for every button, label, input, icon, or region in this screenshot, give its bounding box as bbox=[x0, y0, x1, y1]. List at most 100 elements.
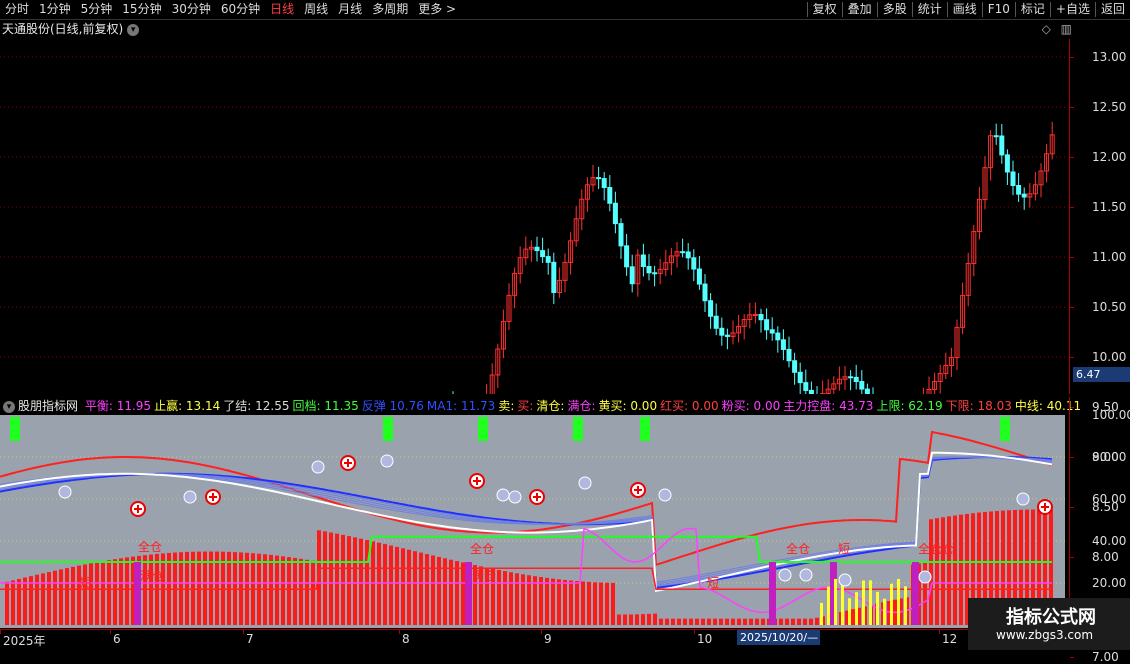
tab-9[interactable]: 多周期 bbox=[367, 0, 413, 19]
control-bar bbox=[665, 619, 669, 625]
control-bar bbox=[749, 619, 753, 625]
tool-button-8[interactable]: 返回 bbox=[1096, 0, 1130, 19]
indicator-panel[interactable]: 全仓满仓短全仓满仓短全仓短全仓全仓 bbox=[0, 415, 1065, 628]
candle-body bbox=[793, 361, 797, 373]
control-bar bbox=[671, 619, 675, 625]
yellow-bar bbox=[841, 584, 844, 625]
tool-button-7[interactable]: +自选 bbox=[1051, 0, 1095, 19]
tab-1[interactable]: 1分钟 bbox=[34, 0, 76, 19]
indicator-name[interactable]: 股朋指标网 bbox=[18, 399, 78, 413]
signal-annotation: 全仓 bbox=[138, 539, 162, 554]
indicator-tick: 100.00 bbox=[1092, 408, 1130, 422]
control-bar bbox=[779, 619, 783, 625]
tick-mark bbox=[110, 630, 111, 634]
indicator-item-4: 反弹 10.76 bbox=[362, 399, 424, 413]
control-bar bbox=[17, 579, 21, 625]
tab-10[interactable]: 更多 > bbox=[413, 0, 461, 19]
control-bar bbox=[407, 550, 411, 625]
yellow-bar bbox=[904, 586, 907, 625]
coin-icon bbox=[312, 461, 324, 473]
indicator-item-5: MA1: 11.73 bbox=[427, 399, 495, 413]
control-bar bbox=[143, 555, 147, 625]
control-bar bbox=[11, 580, 15, 625]
control-bar bbox=[731, 619, 735, 625]
control-bar bbox=[647, 614, 651, 625]
tool-button-2[interactable]: 多股 bbox=[878, 0, 912, 19]
tab-5[interactable]: 60分钟 bbox=[216, 0, 265, 19]
tick-mark bbox=[541, 630, 542, 634]
candle-body bbox=[613, 203, 617, 223]
tool-button-1[interactable]: 叠加 bbox=[843, 0, 877, 19]
control-bar bbox=[941, 517, 945, 625]
tab-2[interactable]: 5分钟 bbox=[76, 0, 118, 19]
candle-body bbox=[854, 377, 858, 381]
tool-button-3[interactable]: 统计 bbox=[913, 0, 947, 19]
tool-button-0[interactable]: 复权 bbox=[808, 0, 842, 19]
price-tick: 12.50 bbox=[1092, 100, 1126, 114]
control-bar bbox=[623, 614, 627, 625]
signal-annotation: 全仓 bbox=[470, 541, 494, 556]
control-bar bbox=[41, 573, 45, 625]
coin-icon bbox=[509, 491, 521, 503]
candle-body bbox=[720, 328, 724, 335]
candle-body bbox=[860, 382, 864, 390]
tab-0[interactable]: 分时 bbox=[0, 0, 34, 19]
control-bar bbox=[89, 563, 93, 625]
tab-6[interactable]: 日线 bbox=[265, 0, 299, 19]
control-bar bbox=[755, 619, 759, 625]
yellow-bar bbox=[827, 587, 830, 625]
tab-8[interactable]: 月线 bbox=[333, 0, 367, 19]
control-bar bbox=[641, 614, 645, 625]
tick-mark bbox=[1070, 307, 1074, 308]
control-bar bbox=[953, 515, 957, 625]
tool-button-6[interactable]: 标记 bbox=[1016, 0, 1050, 19]
control-bar bbox=[797, 619, 801, 625]
buy-signal-marker bbox=[383, 417, 393, 441]
control-bar bbox=[935, 518, 939, 625]
indicator-item-0: 平衡: 11.95 bbox=[85, 399, 151, 413]
candle-body bbox=[641, 255, 645, 267]
control-bar bbox=[503, 571, 507, 625]
tool-button-5[interactable]: F10 bbox=[983, 0, 1015, 19]
coin-icon bbox=[779, 569, 791, 581]
signal-annotation: 短 bbox=[80, 576, 92, 590]
stock-title[interactable]: 天通股份(日线,前复权) ▾ bbox=[2, 20, 139, 38]
watermark-title: 指标公式网 bbox=[1006, 603, 1096, 629]
tab-7[interactable]: 周线 bbox=[299, 0, 333, 19]
chevron-down-icon[interactable]: ▾ bbox=[3, 401, 15, 413]
signal-annotation: 满仓 bbox=[472, 569, 496, 583]
stock-title-text: 天通股份(日线,前复权) bbox=[2, 22, 123, 36]
indicator-item-13: 主力控盘: 43.73 bbox=[783, 399, 873, 413]
price-tick: 10.50 bbox=[1092, 300, 1126, 314]
indicator-tick: 40.00 bbox=[1092, 534, 1126, 548]
candle-body bbox=[619, 224, 623, 246]
candle-body bbox=[535, 247, 539, 250]
tab-3[interactable]: 15分钟 bbox=[117, 0, 166, 19]
tool-buttons: 复权叠加多股统计画线F10标记+自选返回 bbox=[807, 0, 1130, 19]
control-bar bbox=[5, 582, 9, 625]
current-price-box: 6.47 bbox=[1073, 367, 1130, 382]
candle-body bbox=[546, 257, 550, 263]
coin-icon bbox=[1017, 493, 1029, 505]
control-bar bbox=[593, 582, 597, 625]
control-bar bbox=[125, 557, 129, 625]
buy-signal-marker bbox=[640, 417, 650, 441]
coin-icon bbox=[184, 491, 196, 503]
diamond-icon[interactable]: ◇ bbox=[1042, 22, 1051, 36]
control-bar bbox=[347, 536, 351, 625]
tab-4[interactable]: 30分钟 bbox=[167, 0, 216, 19]
chevron-down-icon[interactable]: ▾ bbox=[127, 24, 139, 36]
price-axis: 13.0012.5012.0011.5011.0010.5010.009.509… bbox=[1069, 39, 1130, 394]
maximize-icon[interactable]: ▥ bbox=[1061, 22, 1072, 36]
control-bar bbox=[803, 619, 807, 625]
candlestick-chart[interactable] bbox=[0, 39, 1068, 394]
coin-icon bbox=[919, 571, 931, 583]
control-bar bbox=[383, 544, 387, 625]
candle-body bbox=[798, 372, 802, 382]
control-bar bbox=[95, 562, 99, 625]
control-bar bbox=[437, 557, 441, 625]
tool-button-4[interactable]: 画线 bbox=[948, 0, 982, 19]
control-bar bbox=[947, 516, 951, 625]
coin-icon bbox=[579, 477, 591, 489]
indicator-header: ▾股朋指标网 平衡: 11.95止赢: 13.14了结: 12.55回档: 11… bbox=[0, 397, 1080, 415]
